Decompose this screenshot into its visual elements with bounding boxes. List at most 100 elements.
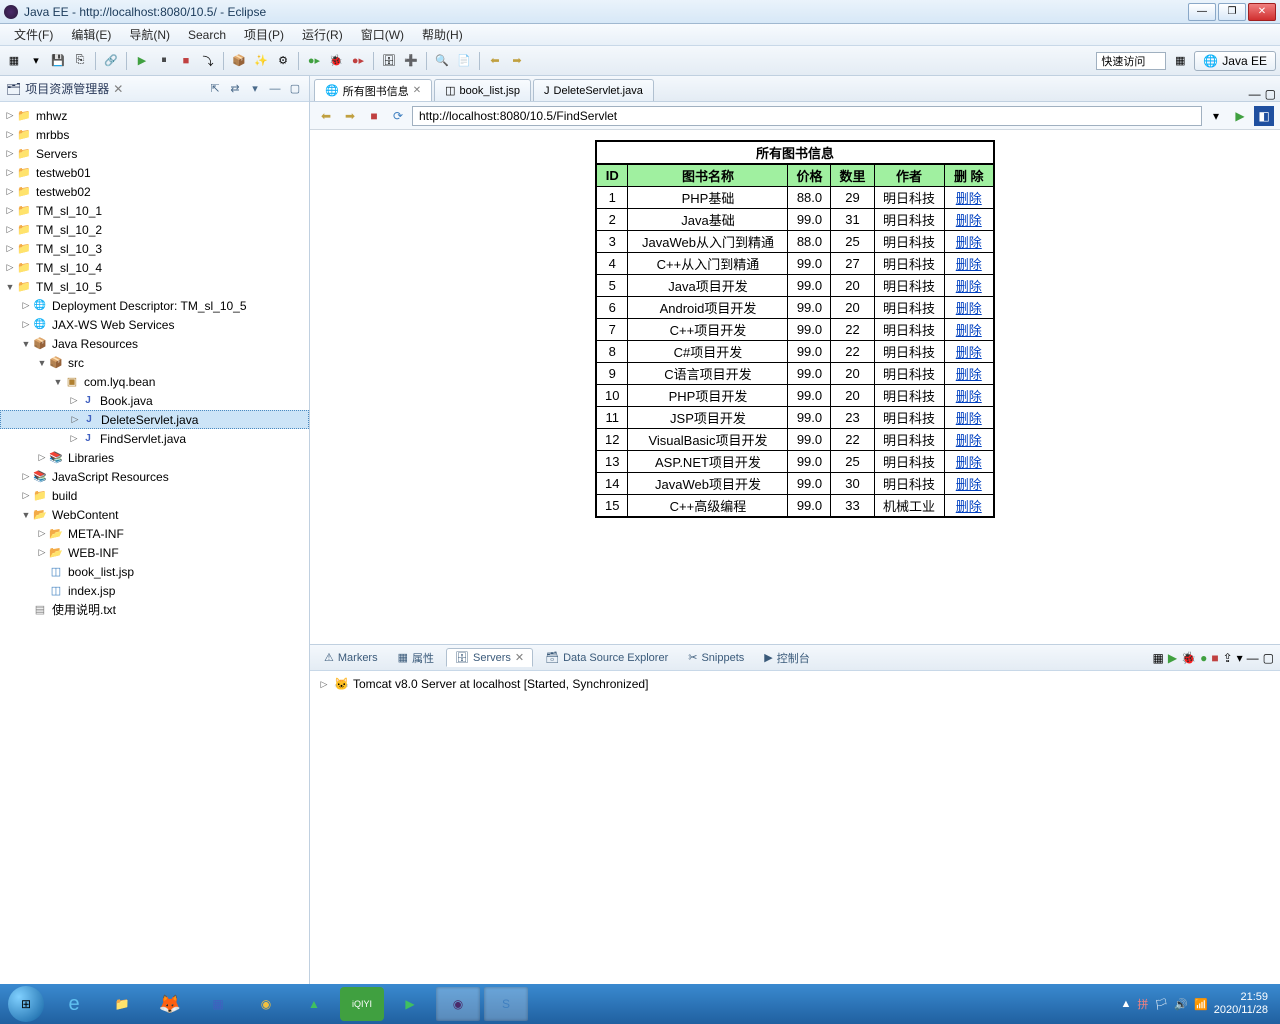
server-debug-icon[interactable]: 🐞 xyxy=(1181,651,1196,665)
firefox-icon[interactable]: 🦊 xyxy=(148,987,192,1021)
expand-icon[interactable]: ▼ xyxy=(20,509,32,521)
menu-窗口(W)[interactable]: 窗口(W) xyxy=(353,24,412,45)
menu-文件(F)[interactable]: 文件(F) xyxy=(6,24,61,45)
tree-item[interactable]: ▷FindServlet.java xyxy=(0,429,309,448)
delete-link[interactable]: 删除 xyxy=(956,499,982,514)
bottom-tab-Servers[interactable]: 🗄Servers ✕ xyxy=(446,648,533,667)
menu-运行(R)[interactable]: 运行(R) xyxy=(294,24,351,45)
menu-项目(P)[interactable]: 项目(P) xyxy=(236,24,292,45)
save-all-icon[interactable]: ⎘ xyxy=(70,51,90,71)
tree-item[interactable]: ▷JAX-WS Web Services xyxy=(0,315,309,334)
expand-icon[interactable]: ▷ xyxy=(4,129,16,141)
expand-icon[interactable]: ▷ xyxy=(4,205,16,217)
link-editor-icon[interactable]: ⇄ xyxy=(227,81,243,97)
delete-link[interactable]: 删除 xyxy=(956,257,982,272)
expand-icon[interactable]: ▼ xyxy=(36,357,48,369)
editor-tab[interactable]: ◫book_list.jsp xyxy=(434,79,531,101)
minimize-editor-icon[interactable]: — xyxy=(1249,87,1261,101)
expand-icon[interactable]: ▷ xyxy=(4,186,16,198)
app5-icon[interactable]: ▶ xyxy=(388,987,432,1021)
delete-link[interactable]: 删除 xyxy=(956,477,982,492)
run-icon[interactable]: ●▸ xyxy=(304,51,324,71)
tree-item[interactable]: ▼com.lyq.bean xyxy=(0,372,309,391)
delete-link[interactable]: 删除 xyxy=(956,345,982,360)
config-icon[interactable]: ⚙ xyxy=(273,51,293,71)
step-icon[interactable]: ⤵ xyxy=(198,51,218,71)
browser-menu-icon[interactable]: ◧ xyxy=(1254,106,1274,126)
minimize-button[interactable]: — xyxy=(1188,3,1216,21)
expand-icon[interactable]: ▷ xyxy=(68,395,80,407)
expand-icon[interactable]: ▷ xyxy=(4,243,16,255)
expand-icon[interactable]: ▷ xyxy=(36,528,48,540)
tray-icon[interactable]: ▲ xyxy=(1120,998,1131,1010)
forward-icon[interactable]: ➡ xyxy=(340,106,360,126)
tree-item[interactable]: ▷JavaScript Resources xyxy=(0,467,309,486)
explorer-icon[interactable]: 📁 xyxy=(100,987,144,1021)
expand-icon[interactable]: ▷ xyxy=(36,547,48,559)
close-button[interactable]: ✕ xyxy=(1248,3,1276,21)
expand-icon[interactable]: ▼ xyxy=(20,338,32,350)
tree-item[interactable]: book_list.jsp xyxy=(0,562,309,581)
menu-导航(N)[interactable]: 导航(N) xyxy=(121,24,178,45)
bottom-tab-Snippets[interactable]: ✂Snippets xyxy=(680,649,752,666)
tree-item[interactable]: ▷TM_sl_10_3 xyxy=(0,239,309,258)
new-server-icon[interactable]: ➕ xyxy=(401,51,421,71)
tree-item[interactable]: ▷Deployment Descriptor: TM_sl_10_5 xyxy=(0,296,309,315)
tree-item[interactable]: ▷mhwz xyxy=(0,106,309,125)
perspective-javaee[interactable]: 🌐 Java EE xyxy=(1194,51,1276,71)
expand-icon[interactable]: ▷ xyxy=(20,300,32,312)
server-row[interactable]: ▷ 🐱 Tomcat v8.0 Server at localhost [Sta… xyxy=(318,675,1272,693)
expand-icon[interactable]: ▷ xyxy=(36,452,48,464)
sogou-icon[interactable]: S xyxy=(484,987,528,1021)
delete-link[interactable]: 删除 xyxy=(956,367,982,382)
menu-Search[interactable]: Search xyxy=(180,26,234,44)
server-icon[interactable]: 🗄 xyxy=(379,51,399,71)
expand-icon[interactable]: ▷ xyxy=(318,678,330,690)
editor-tab[interactable]: 🌐所有图书信息✕ xyxy=(314,79,432,101)
project-tree[interactable]: ▷mhwz▷mrbbs▷Servers▷testweb01▷testweb02▷… xyxy=(0,102,309,984)
bottom-menu-icon[interactable]: ▾ xyxy=(1237,651,1243,665)
expand-icon[interactable]: ▼ xyxy=(52,376,64,388)
close-icon[interactable]: ✕ xyxy=(413,85,421,96)
bottom-tab-Data Source Explorer[interactable]: 🗃Data Source Explorer xyxy=(537,649,676,666)
view-menu-icon[interactable]: ▾ xyxy=(247,81,263,97)
system-tray[interactable]: ▲ 拼 🏳 🔊 📶 21:59 2020/11/28 xyxy=(1120,991,1276,1017)
tree-item[interactable]: ▷TM_sl_10_2 xyxy=(0,220,309,239)
tree-item[interactable]: ▷Libraries xyxy=(0,448,309,467)
tree-item[interactable]: index.jsp xyxy=(0,581,309,600)
tree-item[interactable]: ▷WEB-INF xyxy=(0,543,309,562)
server-view-icon[interactable]: ▦ xyxy=(1153,651,1164,665)
expand-icon[interactable]: ▷ xyxy=(20,319,32,331)
expand-icon[interactable] xyxy=(36,566,48,578)
expand-icon[interactable]: ▼ xyxy=(4,281,16,293)
maximize-view-icon[interactable]: ▢ xyxy=(287,81,303,97)
back-icon[interactable]: ⬅ xyxy=(316,106,336,126)
refresh-icon[interactable]: ⟳ xyxy=(388,106,408,126)
tree-item[interactable]: ▼src xyxy=(0,353,309,372)
quick-access-input[interactable] xyxy=(1096,52,1166,70)
maximize-editor-icon[interactable]: ▢ xyxy=(1265,87,1276,101)
tree-item[interactable]: ▷mrbbs xyxy=(0,125,309,144)
tree-item[interactable]: ▷META-INF xyxy=(0,524,309,543)
wizard-icon[interactable]: ✨ xyxy=(251,51,271,71)
delete-link[interactable]: 删除 xyxy=(956,235,982,250)
volume-icon[interactable]: 🔊 xyxy=(1174,998,1188,1011)
eclipse-task-icon[interactable]: ◉ xyxy=(436,987,480,1021)
server-publish-icon[interactable]: ⇪ xyxy=(1223,651,1233,665)
ime-icon[interactable]: 拼 xyxy=(1137,996,1148,1012)
expand-icon[interactable]: ▷ xyxy=(69,414,81,426)
delete-link[interactable]: 删除 xyxy=(956,191,982,206)
delete-link[interactable]: 删除 xyxy=(956,301,982,316)
tree-item[interactable]: ▼TM_sl_10_5 xyxy=(0,277,309,296)
save-icon[interactable]: 💾 xyxy=(48,51,68,71)
stop-load-icon[interactable]: ■ xyxy=(364,106,384,126)
tree-item[interactable]: ▷Servers xyxy=(0,144,309,163)
go-icon[interactable]: ▶ xyxy=(1230,106,1250,126)
app1-icon[interactable]: ▦ xyxy=(196,987,240,1021)
delete-link[interactable]: 删除 xyxy=(956,279,982,294)
tree-item[interactable]: ▷TM_sl_10_4 xyxy=(0,258,309,277)
bottom-max-icon[interactable]: ▢ xyxy=(1263,651,1274,665)
collapse-all-icon[interactable]: ⇱ xyxy=(207,81,223,97)
tree-item[interactable]: ▼WebContent xyxy=(0,505,309,524)
delete-link[interactable]: 删除 xyxy=(956,389,982,404)
